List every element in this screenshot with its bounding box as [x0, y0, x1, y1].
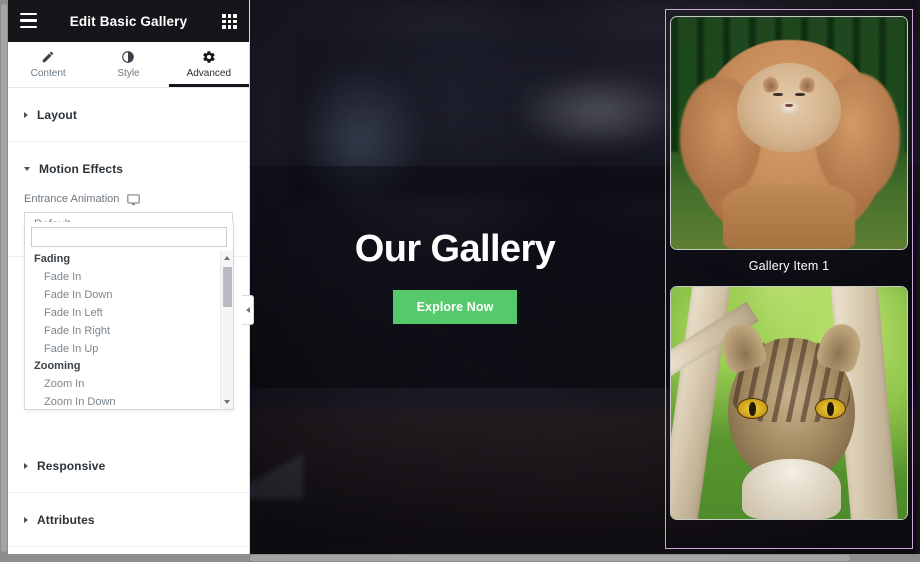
- dropdown-option-fade-in[interactable]: Fade In: [25, 268, 219, 286]
- tab-advanced-label: Advanced: [186, 67, 232, 79]
- editor-panel: Edit Basic Gallery Content Style Advance…: [8, 0, 250, 554]
- tab-content[interactable]: Content: [8, 42, 88, 87]
- gallery-image-cat[interactable]: [670, 286, 908, 520]
- page-horizontal-scrollbar-thumb[interactable]: [250, 555, 850, 561]
- section-layout: Layout: [8, 88, 249, 142]
- explore-now-button[interactable]: Explore Now: [392, 289, 518, 324]
- gallery-item-1-caption: Gallery Item 1: [748, 259, 830, 273]
- desktop-monitor-icon[interactable]: [127, 193, 141, 206]
- elementor-editor-window: Edit Basic Gallery Content Style Advance…: [0, 0, 920, 562]
- chevron-right-icon: [24, 462, 28, 469]
- panel-header: Edit Basic Gallery: [8, 0, 249, 42]
- section-responsive-header[interactable]: Responsive: [8, 453, 249, 478]
- panel-title: Edit Basic Gallery: [69, 13, 188, 29]
- chevron-right-icon: [24, 516, 28, 523]
- section-custom-css: Custom CSS: [8, 547, 249, 562]
- chevron-left-icon: [245, 307, 250, 313]
- gallery-item-1: Gallery Item 1: [670, 16, 908, 280]
- pencil-icon: [41, 50, 55, 65]
- panel-collapse-handle[interactable]: [242, 295, 254, 325]
- page-title: Our Gallery: [354, 228, 556, 271]
- tab-advanced[interactable]: Advanced: [168, 42, 249, 87]
- chevron-down-icon: [24, 166, 30, 171]
- entrance-animation-label: Entrance Animation: [24, 193, 120, 205]
- dropdown-search-input[interactable]: [31, 227, 227, 247]
- dropdown-scrollbar-thumb[interactable]: [223, 267, 232, 307]
- tab-style[interactable]: Style: [88, 42, 168, 87]
- dropdown-option-fade-in-down[interactable]: Fade In Down: [25, 286, 219, 304]
- dropdown-option-list: Fading Fade In Fade In Down Fade In Left…: [25, 251, 233, 409]
- dropdown-option-fade-in-up[interactable]: Fade In Up: [25, 340, 219, 358]
- gear-icon: [202, 50, 216, 65]
- dropdown-search-wrapper: [25, 222, 233, 251]
- section-motion-effects-label: Motion Effects: [39, 161, 124, 176]
- entrance-animation-dropdown: Fading Fade In Fade In Down Fade In Left…: [24, 222, 234, 410]
- hero-section: Our Gallery Explore Now: [250, 0, 660, 554]
- chevron-right-icon: [24, 111, 28, 118]
- gallery-image-cougar[interactable]: [670, 16, 908, 250]
- dropdown-group-fading: Fading: [34, 253, 71, 265]
- dropdown-option-fade-in-right[interactable]: Fade In Right: [25, 322, 219, 340]
- scroll-down-arrow-icon[interactable]: [224, 400, 230, 404]
- section-motion-effects-header[interactable]: Motion Effects: [8, 156, 249, 181]
- tab-style-label: Style: [117, 67, 140, 79]
- section-responsive: Responsive: [8, 439, 249, 493]
- page-vertical-scrollbar-thumb[interactable]: [1, 4, 7, 552]
- section-attributes-label: Attributes: [37, 512, 95, 527]
- dropdown-option-zoom-in-down[interactable]: Zoom In Down: [25, 393, 219, 409]
- gallery-item-2: [670, 286, 908, 520]
- panel-tabs: Content Style Advanced: [8, 42, 249, 88]
- section-attributes: Attributes: [8, 493, 249, 547]
- scroll-up-arrow-icon[interactable]: [224, 256, 230, 260]
- dropdown-scrollbar[interactable]: [220, 251, 233, 409]
- section-attributes-header[interactable]: Attributes: [8, 507, 249, 532]
- tab-content-label: Content: [30, 67, 66, 79]
- hamburger-icon[interactable]: [20, 13, 37, 28]
- preview-canvas: Our Gallery Explore Now Gallery Item 1: [250, 0, 920, 554]
- gallery-column[interactable]: Gallery Item 1: [665, 9, 913, 549]
- section-layout-label: Layout: [37, 107, 77, 122]
- section-layout-header[interactable]: Layout: [8, 102, 249, 127]
- dropdown-group-zooming: Zooming: [34, 360, 81, 372]
- section-responsive-label: Responsive: [37, 458, 106, 473]
- grid-icon[interactable]: [222, 14, 237, 29]
- dropdown-option-zoom-in[interactable]: Zoom In: [25, 375, 219, 393]
- page-vertical-scrollbar[interactable]: [0, 0, 8, 562]
- half-circle-icon: [121, 50, 135, 65]
- dropdown-option-fade-in-left[interactable]: Fade In Left: [25, 304, 219, 322]
- canvas-right-edge: [913, 0, 920, 554]
